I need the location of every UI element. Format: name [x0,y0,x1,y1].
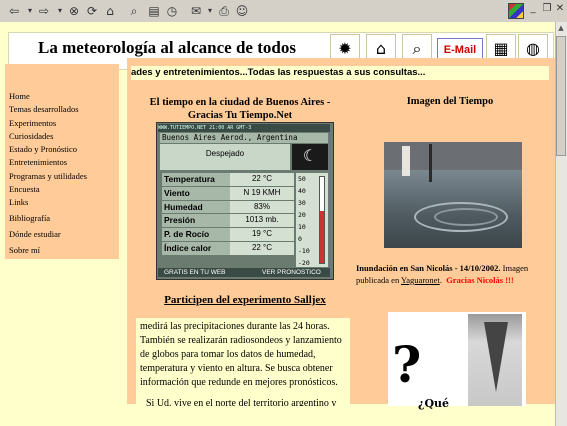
moon-icon: ☾ [292,144,328,170]
sidebar-item-programas[interactable]: Programas y utilidades [5,170,119,183]
reading-row: Temperatura 22 °C [162,173,294,187]
photo-swirl [434,208,498,226]
stop-icon[interactable]: ⊗ [66,3,82,19]
article-paragraph: medirá las precipitaciones durante las 2… [140,321,342,388]
print-icon[interactable]: ⎙ [216,3,232,19]
thermometer-tick-label: 0 [298,235,302,243]
scrolling-marquee: ades y entretenimientos...Todas las resp… [131,66,549,80]
photo-person [402,146,410,176]
thermometer-tick-label: -10 [298,247,310,255]
sidebar-item-temas[interactable]: Temas desarrollados [5,103,119,116]
reading-row: Humedad 83% [162,200,294,215]
thermometer-tick-label: 50 [298,175,306,183]
photo-caption: Inundación en San Nicolás - 14/10/2002. … [356,262,548,286]
minimize-icon[interactable]: _ [526,2,540,16]
sidebar-item-bibliografia[interactable]: Bibliografía [5,212,119,225]
reading-value: 22 °C [230,173,294,186]
reading-value: 83% [230,200,294,214]
thermometer-tick-label: -20 [298,259,310,267]
scroll-up-icon[interactable]: ▲ [556,22,566,34]
close-icon[interactable]: ✕ [553,2,567,16]
reading-label: Índice calor [162,241,230,255]
thermometer-tick-label: 40 [298,187,306,195]
widget-condition: Despejado [160,144,290,170]
reading-label: Humedad [162,200,230,214]
thermometer-tick-label: 20 [298,211,306,219]
home-icon[interactable]: ⌂ [102,3,118,19]
sidebar-item-links[interactable]: Links [5,196,119,209]
back-arrow-icon[interactable]: ⇦ [6,3,22,19]
thermometer-level [320,211,324,263]
widget-station: Buenos Aires Aerod., Argentina [160,133,328,143]
sidebar-list: Home Temas desarrollados Experimentos Cu… [5,90,119,258]
caption-thanks: Gracias Nicolás !!! [446,275,514,285]
caption-period: . [439,275,442,285]
favorites-icon[interactable]: ▤ [146,3,162,19]
reading-value: 19 °C [230,228,294,241]
widget-footer-free[interactable]: GRATIS EN TU WEB [164,268,226,277]
search-icon[interactable]: ⌕ [126,3,142,19]
image-heading: Imagen del Tiempo [406,96,494,107]
reading-label: Viento [162,186,230,200]
reading-value: 22 °C [230,241,294,255]
messenger-icon[interactable]: ☺ [234,3,250,19]
sidebar-item-donde-estudiar[interactable]: Dónde estudiar [5,228,119,241]
widget-footer-forecast[interactable]: VER PRONOSTICO [262,268,321,277]
caption-title: Inundación en San Nicolás - 14/10/2002. [356,263,501,273]
reading-label: P. de Rocío [162,228,230,241]
site-title: La meteorología al alcance de todos [38,38,296,57]
thermometer-tick-label: 30 [298,199,306,207]
forward-arrow-icon[interactable]: ⇨ [36,3,52,19]
sidebar-item-home[interactable]: Home [5,90,119,103]
reading-value: N 19 KMH [230,186,294,200]
question-mark-icon: ? [392,335,422,394]
thermometer-tick-label: 10 [298,223,306,231]
browser-toolbar: ⇦ ▾ ⇨ ▾ ⊗ ⟳ ⌂ ⌕ ▤ ◷ ✉ ▾ ⎙ ☺ _ ❐ ✕ [0,0,567,23]
sidebar-item-experimentos[interactable]: Experimentos [5,117,119,130]
reading-label: Presión [162,214,230,228]
restore-icon[interactable]: ❐ [540,2,554,16]
tornado-funnel [484,322,508,392]
reading-row: Índice calor 22 °C [162,241,294,256]
sidebar-item-encuesta[interactable]: Encuesta [5,183,119,196]
reading-row: Viento N 19 KMH [162,186,294,201]
promo-text: ¿Qué [418,397,450,410]
scroll-thumb[interactable] [556,36,566,156]
photo-pole [429,144,432,182]
sidebar-item-estado[interactable]: Estado y Pronóstico [5,143,119,156]
article-paragraph: Si Ud. vive en el norte del territorio a… [146,398,337,406]
flood-photo[interactable] [384,142,522,248]
reading-row: Presión 1013 mb. [162,214,294,229]
sidebar-item-entretenimientos[interactable]: Entretenimientos [5,156,119,169]
reading-row: P. de Rocío 19 °C [162,228,294,242]
caption-link[interactable]: Yaguaronet [401,275,440,285]
sidebar-item-sobre-mi[interactable]: Sobre mí [5,244,119,257]
history-icon[interactable]: ◷ [164,3,180,19]
refresh-icon[interactable]: ⟳ [84,3,100,19]
experiment-article: medirá las precipitaciones durante las 2… [136,318,350,406]
weather-heading: El tiempo en la ciudad de Buenos Aires -… [149,97,331,121]
sidebar-item-curiosidades[interactable]: Curiosidades [5,130,119,143]
experiment-heading[interactable]: Participen del experimento Salljex [140,294,350,306]
widget-readings: Temperatura 22 °C Viento N 19 KMH Humedad 8… [162,173,294,256]
windows-logo-icon [508,3,524,19]
reading-value: 1013 mb. [230,214,294,228]
reading-label: Temperatura [162,173,230,186]
widget-top-banner: WWW.TUTIEMPO.NET 21:00 AR GMT-3 [158,124,330,132]
